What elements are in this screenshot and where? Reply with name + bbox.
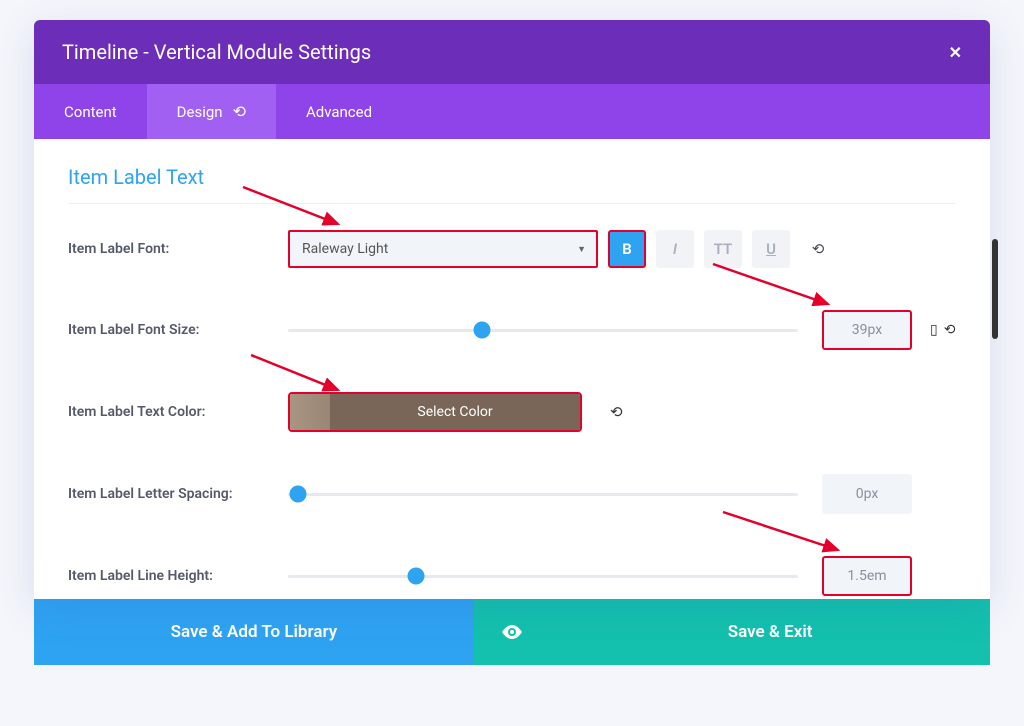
label-line-height: Item Label Line Height: bbox=[68, 568, 288, 584]
tab-content[interactable]: Content bbox=[34, 84, 147, 139]
underline-button[interactable]: U bbox=[752, 230, 790, 268]
label-letter-spacing: Item Label Letter Spacing: bbox=[68, 486, 288, 502]
row-font: Item Label Font: Raleway Light B I TT U … bbox=[68, 230, 956, 268]
caps-button[interactable]: TT bbox=[704, 230, 742, 268]
label-text-color: Item Label Text Color: bbox=[68, 404, 288, 420]
letter-spacing-slider[interactable] bbox=[288, 493, 798, 496]
tab-bar: Content Design ⟲ Advanced bbox=[34, 84, 990, 139]
responsive-icon[interactable]: ▯ bbox=[930, 322, 938, 338]
reset-icon[interactable]: ⟲ bbox=[944, 322, 956, 338]
select-color-label: Select Color bbox=[330, 394, 580, 430]
slider-knob[interactable] bbox=[407, 568, 424, 585]
row-letter-spacing: Item Label Letter Spacing: 0px bbox=[68, 474, 956, 514]
save-to-library-button[interactable]: Save & Add To Library bbox=[34, 599, 474, 665]
row-line-height: Item Label Line Height: 1.5em bbox=[68, 556, 956, 596]
label-font-size: Item Label Font Size: bbox=[68, 322, 288, 338]
row-font-size: Item Label Font Size: 39px ▯ ⟲ bbox=[68, 310, 956, 350]
font-size-value[interactable]: 39px bbox=[822, 310, 912, 350]
reset-icon[interactable]: ⟲ bbox=[610, 403, 623, 421]
slider-knob[interactable] bbox=[290, 486, 307, 503]
bold-button[interactable]: B bbox=[608, 230, 646, 268]
font-select-wrap: Raleway Light bbox=[288, 230, 598, 268]
section-title: Item Label Text bbox=[68, 165, 956, 204]
label-font: Item Label Font: bbox=[68, 241, 288, 257]
line-height-slider[interactable] bbox=[288, 575, 798, 578]
font-size-slider[interactable] bbox=[288, 329, 798, 332]
save-exit-button[interactable]: Save & Exit bbox=[550, 599, 990, 665]
italic-button[interactable]: I bbox=[656, 230, 694, 268]
modal-footer: Save & Add To Library Save & Exit bbox=[34, 599, 990, 665]
slider-knob[interactable] bbox=[473, 322, 490, 339]
color-swatch bbox=[290, 394, 330, 430]
tab-design[interactable]: Design ⟲ bbox=[147, 84, 276, 139]
modal-title: Timeline - Vertical Module Settings bbox=[62, 40, 371, 64]
reset-icon[interactable]: ⟲ bbox=[808, 239, 828, 259]
row-text-color: Item Label Text Color: Select Color ⟲ bbox=[68, 392, 956, 432]
preview-button[interactable] bbox=[474, 599, 550, 665]
select-color-button[interactable]: Select Color bbox=[288, 392, 582, 432]
tab-advanced[interactable]: Advanced bbox=[276, 84, 402, 139]
close-icon[interactable]: ✕ bbox=[949, 43, 962, 62]
line-height-value[interactable]: 1.5em bbox=[822, 556, 912, 596]
settings-modal: Timeline - Vertical Module Settings ✕ Co… bbox=[34, 20, 990, 599]
eye-icon bbox=[501, 625, 523, 639]
tab-design-label: Design bbox=[177, 103, 223, 121]
undo-icon: ⟲ bbox=[233, 102, 246, 121]
modal-body: Item Label Text Item Label Font: Raleway… bbox=[34, 139, 990, 599]
scrollbar-indicator[interactable] bbox=[992, 239, 998, 339]
letter-spacing-value[interactable]: 0px bbox=[822, 474, 912, 514]
modal-titlebar: Timeline - Vertical Module Settings ✕ bbox=[34, 20, 990, 84]
font-select[interactable]: Raleway Light bbox=[288, 230, 598, 268]
